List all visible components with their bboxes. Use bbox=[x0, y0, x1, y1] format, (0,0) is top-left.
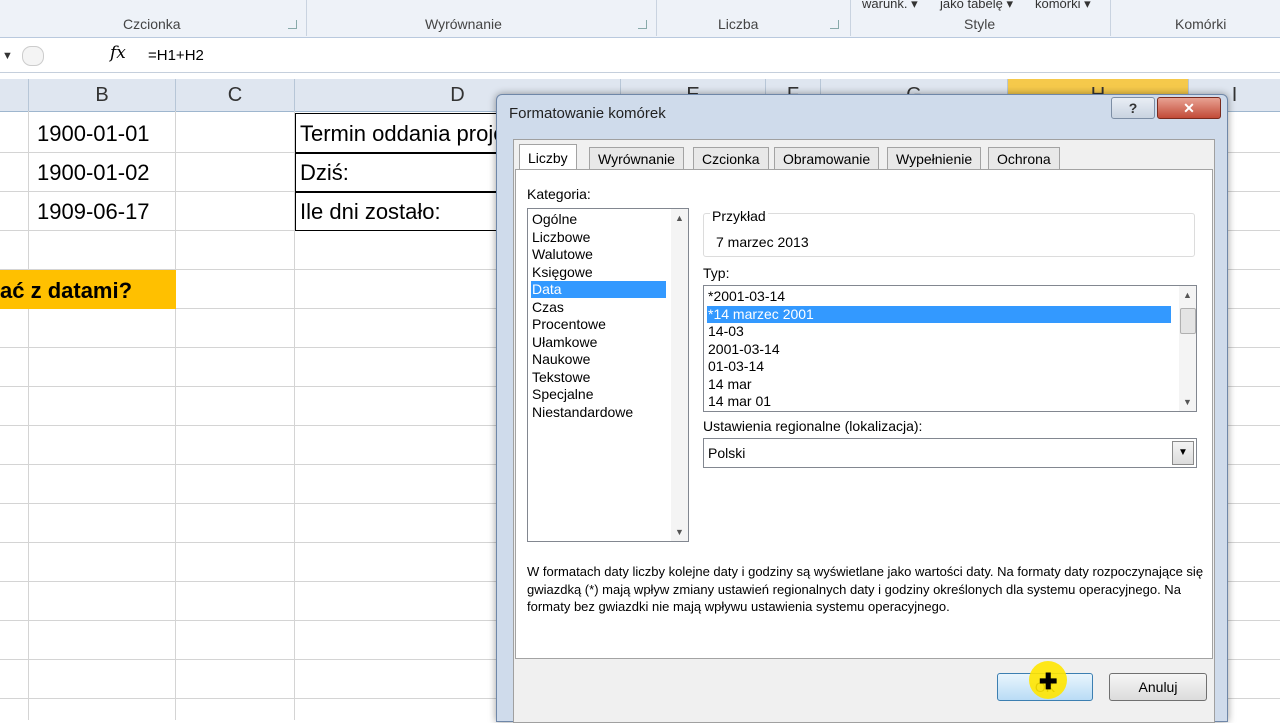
sample-box: Przykład 7 marzec 2013 bbox=[703, 208, 1195, 257]
category-scrollbar[interactable]: ▲ ▼ bbox=[671, 209, 688, 541]
border-line bbox=[295, 152, 515, 154]
type-label: Typ: bbox=[703, 265, 730, 281]
category-item[interactable]: Procentowe bbox=[531, 316, 666, 333]
tab-protection[interactable]: Ochrona bbox=[988, 147, 1060, 170]
ribbon-separator bbox=[1110, 0, 1111, 36]
column-header-c[interactable]: C bbox=[176, 79, 295, 111]
ribbon: warunk. ▾ jako tabelę ▾ komórki ▾ Czcion… bbox=[0, 0, 1280, 38]
type-list[interactable]: *2001-03-14 *14 marzec 2001 14-03 2001-0… bbox=[703, 285, 1197, 412]
scroll-up-icon[interactable]: ▲ bbox=[1179, 290, 1196, 300]
ribbon-group-number: Liczba bbox=[718, 16, 759, 32]
locale-label: Ustawienia regionalne (lokalizacja): bbox=[703, 418, 923, 434]
formula-input[interactable]: =H1+H2 bbox=[148, 47, 204, 64]
grid-line bbox=[175, 111, 176, 720]
category-item[interactable]: Czas bbox=[531, 299, 666, 316]
ribbon-group-styles: Style bbox=[964, 16, 996, 32]
sample-value: 7 marzec 2013 bbox=[716, 234, 809, 250]
scroll-up-icon[interactable]: ▲ bbox=[671, 213, 688, 223]
locale-select[interactable]: Polski ▼ bbox=[703, 438, 1197, 468]
type-scrollbar[interactable]: ▲ ▼ bbox=[1179, 286, 1196, 411]
category-item[interactable]: Liczbowe bbox=[531, 229, 666, 246]
category-item[interactable]: Niestandardowe bbox=[531, 404, 666, 421]
format-description: W formatach daty liczby kolejne daty i g… bbox=[527, 564, 1204, 614]
scroll-down-icon[interactable]: ▼ bbox=[1179, 397, 1196, 407]
insert-function-icon[interactable]: fx bbox=[110, 43, 126, 63]
category-item[interactable]: Specjalne bbox=[531, 386, 666, 403]
column-header-a[interactable] bbox=[0, 79, 29, 111]
type-item[interactable]: 01-03-14 bbox=[707, 358, 1171, 375]
close-button[interactable]: ✕ bbox=[1157, 97, 1221, 119]
type-item[interactable]: 14 mar 01 bbox=[707, 393, 1171, 410]
scroll-down-icon[interactable]: ▼ bbox=[671, 527, 688, 537]
dialog-title: Formatowanie komórek bbox=[509, 105, 666, 122]
category-item[interactable]: Tekstowe bbox=[531, 369, 666, 386]
type-item[interactable]: 2001-03-14 bbox=[707, 341, 1171, 358]
sample-label: Przykład bbox=[710, 208, 768, 224]
ribbon-group-cells: Komórki bbox=[1175, 16, 1227, 32]
type-item[interactable]: *2001-03-14 bbox=[707, 288, 1171, 305]
cell-b1[interactable]: 1900-01-01 bbox=[37, 121, 150, 147]
type-item[interactable]: 14 mar bbox=[707, 376, 1171, 393]
title-cell-text: ać z datami? bbox=[0, 278, 133, 303]
border-line bbox=[295, 191, 515, 193]
number-launcher-icon[interactable] bbox=[830, 20, 839, 29]
category-item[interactable]: Walutowe bbox=[531, 246, 666, 263]
tab-border[interactable]: Obramowanie bbox=[774, 147, 880, 170]
cell-b3[interactable]: 1909-06-17 bbox=[37, 199, 150, 225]
cell-styles-button[interactable]: komórki ▾ bbox=[1035, 0, 1091, 12]
column-header-b[interactable]: B bbox=[29, 79, 176, 111]
category-list[interactable]: Ogólne Liczbowe Walutowe Księgowe Data C… bbox=[527, 208, 689, 542]
chevron-down-icon[interactable]: ▼ bbox=[1172, 441, 1194, 465]
tab-fill[interactable]: Wypełnienie bbox=[887, 147, 982, 170]
type-item[interactable]: 14-03 bbox=[707, 323, 1171, 340]
ribbon-separator bbox=[850, 0, 851, 36]
formula-bar-resize-handle[interactable] bbox=[22, 46, 44, 66]
ribbon-group-font: Czcionka bbox=[123, 16, 181, 32]
category-item[interactable]: Naukowe bbox=[531, 351, 666, 368]
cancel-button[interactable]: Anuluj bbox=[1109, 673, 1207, 701]
scroll-thumb[interactable] bbox=[1180, 308, 1196, 334]
alignment-launcher-icon[interactable] bbox=[638, 20, 647, 29]
cell-b2[interactable]: 1900-01-02 bbox=[37, 160, 150, 186]
ribbon-group-alignment: Wyrównanie bbox=[425, 16, 502, 32]
locale-value: Polski bbox=[708, 445, 746, 461]
category-item[interactable]: Księgowe bbox=[531, 264, 666, 281]
category-item[interactable]: Ułamkowe bbox=[531, 334, 666, 351]
namebox-dropdown-icon[interactable]: ▼ bbox=[2, 50, 13, 62]
tab-alignment[interactable]: Wyrównanie bbox=[589, 147, 684, 170]
font-launcher-icon[interactable] bbox=[288, 20, 297, 29]
category-label: Kategoria: bbox=[527, 186, 591, 202]
category-item-selected[interactable]: Data bbox=[531, 281, 666, 298]
tab-font[interactable]: Czcionka bbox=[693, 147, 769, 170]
cursor-icon: ✚ bbox=[1039, 669, 1058, 694]
help-button[interactable]: ? bbox=[1111, 97, 1155, 119]
conditional-format-button[interactable]: warunk. ▾ bbox=[862, 0, 918, 12]
format-as-table-button[interactable]: jako tabelę ▾ bbox=[940, 0, 1013, 12]
cell-d3[interactable]: Ile dni zostało: bbox=[300, 199, 441, 225]
ribbon-separator bbox=[306, 0, 307, 36]
format-cells-dialog: Formatowanie komórek ? ✕ Liczby Wyrównan… bbox=[496, 94, 1228, 723]
cell-d2[interactable]: Dziś: bbox=[300, 160, 349, 186]
type-item-selected[interactable]: *14 marzec 2001 bbox=[707, 305, 1171, 323]
category-item[interactable]: Ogólne bbox=[531, 211, 666, 228]
ribbon-separator bbox=[656, 0, 657, 36]
grid-line bbox=[28, 111, 29, 720]
tab-number[interactable]: Liczby bbox=[519, 144, 577, 171]
formula-bar: ▼ fx =H1+H2 bbox=[0, 38, 1280, 73]
